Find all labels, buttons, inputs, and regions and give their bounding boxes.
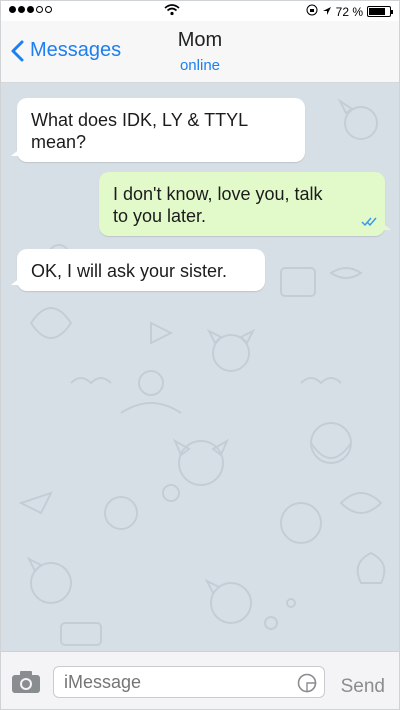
message-text-line: OK, I will ask your sister. (31, 261, 228, 281)
message-outgoing[interactable]: I don't know, love you, talk to you late… (99, 172, 391, 236)
wifi-icon (164, 4, 180, 19)
chat-area[interactable]: What does IDK, LY & TTYL mean? I don't k… (1, 83, 399, 651)
wallpaper-doodle-pattern (18, 98, 386, 646)
phone-screen: 72 % Messages Mom online What does IDK, … (0, 0, 400, 710)
message-text-line: What does IDK, LY & TTYL (31, 110, 249, 130)
read-receipt-icon (361, 209, 377, 231)
message-incoming[interactable]: OK, I will ask your sister. (11, 249, 265, 291)
status-bar: 72 % (1, 1, 399, 21)
message-incoming[interactable]: What does IDK, LY & TTYL mean? (11, 98, 305, 162)
location-icon (322, 5, 332, 19)
sticker-icon[interactable] (297, 673, 317, 698)
message-text-line: mean? (31, 132, 87, 152)
message-input[interactable] (53, 666, 325, 698)
send-button[interactable]: Send (341, 676, 385, 698)
signal-strength-icon (9, 6, 52, 13)
message-text-line: to you later. (113, 206, 207, 226)
message-text-line: I don't know, love you, talk (113, 184, 323, 204)
orientation-lock-icon (306, 4, 318, 19)
battery-icon (367, 6, 393, 17)
battery-percent: 72 % (335, 4, 363, 19)
navigation-bar: Messages Mom online (1, 21, 399, 83)
camera-icon[interactable] (11, 670, 41, 699)
contact-name[interactable]: Mom (1, 29, 399, 52)
contact-status: online (179, 57, 221, 74)
message-input-bar: Send (1, 651, 399, 709)
